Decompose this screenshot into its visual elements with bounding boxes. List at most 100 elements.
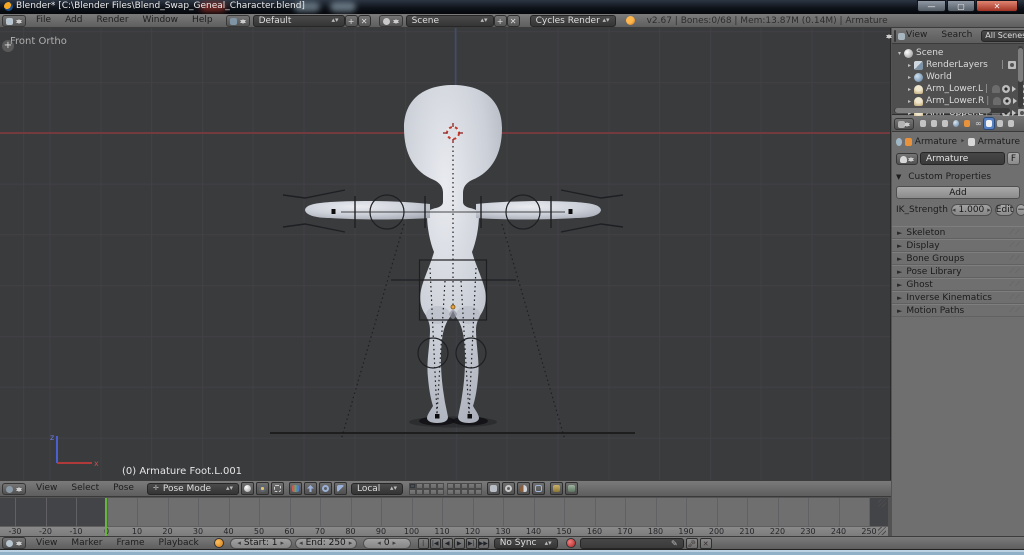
- layer-toggle[interactable]: [408, 488, 416, 495]
- timeline-editor[interactable]: -30-20-100102030405060708090100110120130…: [0, 498, 888, 536]
- outliner-menu-search[interactable]: Search: [934, 29, 979, 42]
- info-menu-window[interactable]: Window: [136, 14, 186, 27]
- play-button[interactable]: ▶: [453, 537, 465, 549]
- add-layout-button[interactable]: +: [344, 14, 358, 27]
- current-frame-field[interactable]: ◂ 0 ▸: [362, 537, 411, 549]
- layer-toggle[interactable]: [446, 488, 454, 495]
- delete-layout-button[interactable]: ✕: [357, 14, 371, 27]
- editor-type-timeline-icon[interactable]: [2, 537, 26, 549]
- panel-grip-icon[interactable]: ⟋⟋: [1009, 228, 1021, 237]
- insert-keyframe-icon[interactable]: 🗝: [685, 537, 698, 549]
- outliner-row-world[interactable]: ▸ World: [892, 71, 1016, 83]
- properties-tab-extras[interactable]: [1006, 118, 1016, 129]
- outliner-item-label[interactable]: RenderLayers: [926, 60, 988, 70]
- timeline-menu-view[interactable]: View: [29, 537, 64, 550]
- region-resize-handle[interactable]: [878, 499, 886, 507]
- maximize-button[interactable]: ▢: [947, 0, 975, 12]
- layers-grid[interactable]: [408, 482, 485, 495]
- layer-toggle[interactable]: [460, 488, 468, 495]
- eye-toggle-icon[interactable]: [1003, 97, 1012, 105]
- delete-scene-button[interactable]: ✕: [506, 14, 520, 27]
- record-keyframes-icon[interactable]: [565, 538, 576, 548]
- expand-icon[interactable]: ▸: [908, 62, 911, 69]
- datablock-name-field[interactable]: Armature: [920, 152, 1005, 165]
- outliner-row-scene[interactable]: ▾ Scene: [892, 47, 1016, 59]
- properties-tab-scene[interactable]: [940, 118, 950, 129]
- properties-tab-render[interactable]: [918, 118, 928, 129]
- add-property-button[interactable]: Add: [896, 186, 1020, 199]
- viewport-3d[interactable]: Front Ortho + z x (0) Armature Foot.L.00…: [0, 28, 891, 480]
- view3d-menu-pose[interactable]: Pose: [106, 482, 141, 495]
- scene-canvas[interactable]: [0, 28, 891, 480]
- outliner-row-arm-lower-l[interactable]: ▸ Arm_Lower.L |: [892, 83, 1024, 95]
- pin-icon[interactable]: [896, 138, 903, 146]
- panel-grip-icon[interactable]: ⟋⟋: [1009, 280, 1021, 289]
- frame-start-field[interactable]: ◂ Start: 1 ▸: [229, 537, 292, 549]
- region-resize-handle[interactable]: [878, 527, 886, 535]
- editor-type-properties-icon[interactable]: [894, 117, 914, 130]
- proportional-edit-icon[interactable]: [501, 482, 515, 495]
- view3d-menu-view[interactable]: View: [29, 482, 64, 495]
- current-frame-indicator[interactable]: [105, 498, 107, 536]
- info-menu-render[interactable]: Render: [90, 14, 136, 27]
- camera-toggle-icon[interactable]: [1008, 61, 1016, 69]
- layer-toggle[interactable]: [453, 488, 461, 495]
- expand-icon[interactable]: ▸: [908, 86, 911, 93]
- info-menu-help[interactable]: Help: [185, 14, 220, 27]
- properties-tab-world[interactable]: [951, 118, 961, 129]
- expand-icon[interactable]: ▸: [908, 98, 911, 105]
- edit-property-button[interactable]: Edit: [994, 204, 1015, 216]
- keying-set-field[interactable]: ✎: [579, 537, 684, 549]
- screen-layout-select[interactable]: Default ▴▾: [252, 14, 345, 27]
- armature-datablock-icon[interactable]: [896, 152, 918, 165]
- layer-toggle[interactable]: [474, 488, 482, 495]
- panel-inverse-kinematics[interactable]: ► Inverse Kinematics ⟋⟋: [892, 291, 1024, 304]
- minimize-button[interactable]: —: [917, 0, 946, 12]
- pivot-align-icon[interactable]: [270, 482, 284, 495]
- outliner-item-label[interactable]: Arm_Lower.R: [926, 96, 984, 106]
- pointer-toggle-icon[interactable]: [1013, 98, 1018, 104]
- layer-toggle[interactable]: [415, 488, 423, 495]
- scene-select[interactable]: Scene ▴▾: [405, 14, 494, 27]
- close-button[interactable]: ✕: [976, 0, 1018, 12]
- outliner-item-label[interactable]: Scene: [916, 48, 943, 58]
- timeline-menu-frame[interactable]: Frame: [109, 537, 151, 550]
- autokey-record-icon[interactable]: [213, 538, 224, 548]
- custom-properties-panel-header[interactable]: ▼ Custom Properties: [896, 172, 1020, 182]
- scale-manipulator-icon[interactable]: [333, 482, 347, 495]
- timeline-menu-marker[interactable]: Marker: [64, 537, 109, 550]
- jump-to-end-button[interactable]: ▶▶|: [477, 537, 490, 549]
- layer-toggle[interactable]: [467, 488, 475, 495]
- info-menu-file[interactable]: File: [29, 14, 58, 27]
- pointer-toggle-icon[interactable]: [1012, 86, 1017, 92]
- viewport-shading-icon[interactable]: [240, 482, 254, 495]
- fake-user-button[interactable]: F: [1007, 152, 1020, 165]
- panel-grip-icon[interactable]: ⟋⟋: [1009, 306, 1021, 315]
- timeline-menu-playback[interactable]: Playback: [152, 537, 206, 550]
- ghost-toggle-icon[interactable]: [992, 85, 1001, 93]
- layer-toggle[interactable]: [422, 488, 430, 495]
- properties-tab-physics[interactable]: [995, 118, 1005, 129]
- jump-to-start-button[interactable]: |◀◀: [417, 537, 429, 555]
- panel-grip-icon[interactable]: ⟋⟋: [1009, 267, 1021, 276]
- frame-end-field[interactable]: ◂ End: 250 ▸: [294, 537, 357, 549]
- panel-grip-icon[interactable]: ⟋⟋: [1009, 241, 1021, 250]
- property-value-slider[interactable]: ◂ 1.000 ▸: [951, 204, 992, 216]
- breadcrumb-object[interactable]: Armature: [915, 137, 957, 147]
- render-opengl-icon[interactable]: [549, 482, 563, 495]
- panel-ghost[interactable]: ► Ghost ⟋⟋: [892, 278, 1024, 291]
- scene-icon[interactable]: [378, 14, 403, 27]
- properties-editor[interactable]: ∞ Armature ‣ Armature Armature F ▼ Custo…: [892, 116, 1024, 550]
- render-engine-select[interactable]: Cycles Render ▴▾: [529, 14, 616, 27]
- outliner-vertical-scrollbar[interactable]: [1018, 46, 1023, 108]
- editor-type-outliner-icon[interactable]: [886, 29, 905, 42]
- snap-magnet-icon[interactable]: [516, 482, 530, 495]
- panel-grip-icon[interactable]: ⟋⟋: [1009, 254, 1021, 263]
- properties-tab-object[interactable]: [962, 118, 972, 129]
- rotate-manipulator-icon[interactable]: [318, 482, 332, 495]
- ghost-toggle-icon[interactable]: [993, 97, 1002, 105]
- panel-grip-icon[interactable]: ⟋⟋: [1009, 293, 1021, 302]
- panel-display[interactable]: ► Display ⟋⟋: [892, 239, 1024, 252]
- jump-to-next-keyframe-button[interactable]: ▶|: [465, 537, 477, 549]
- view3d-menu-select[interactable]: Select: [64, 482, 106, 495]
